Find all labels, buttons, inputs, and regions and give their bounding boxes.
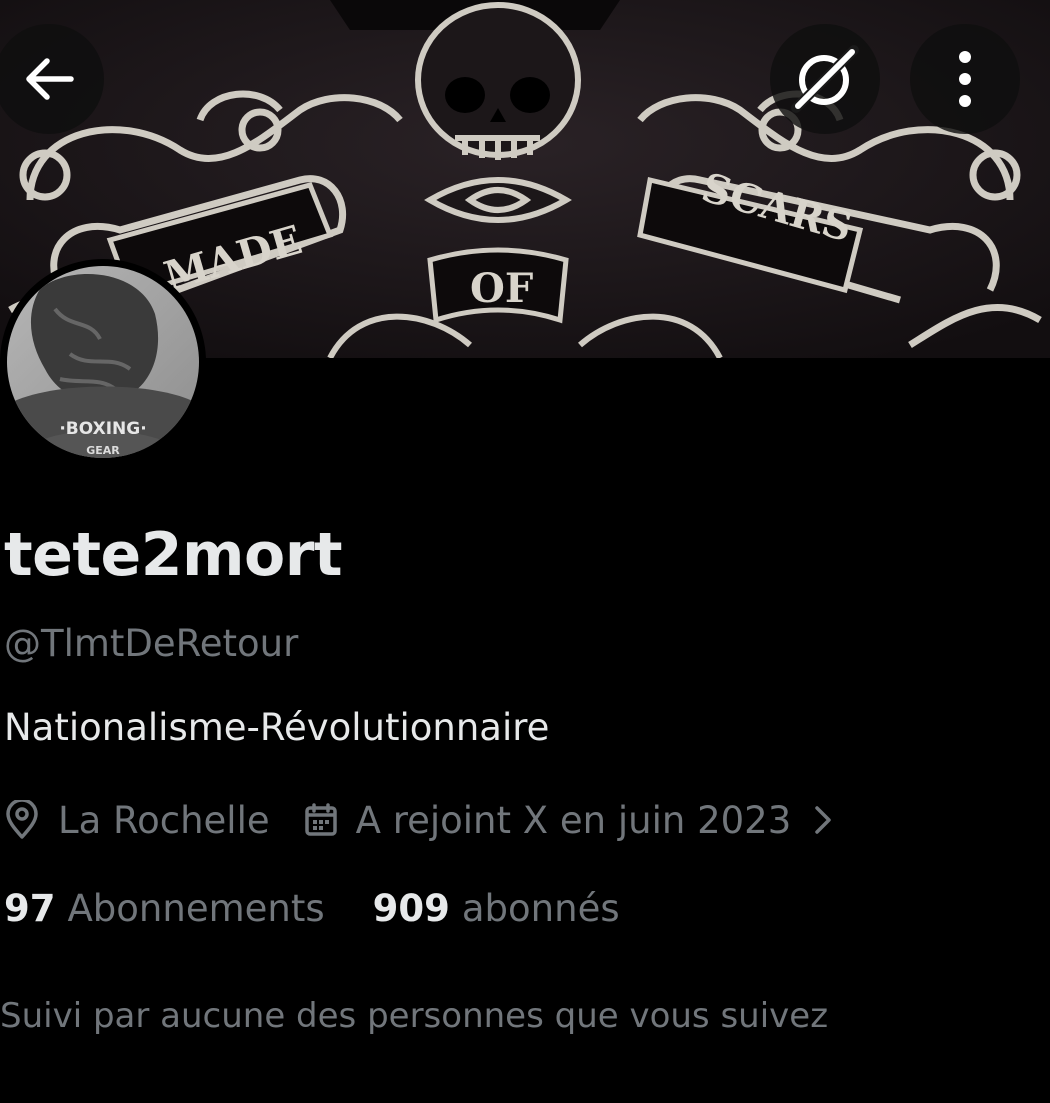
banner-word-of: OF (470, 265, 533, 312)
display-name: tete2mort (4, 520, 343, 590)
more-options-button[interactable] (910, 24, 1020, 134)
following-label: Abonnements (67, 886, 325, 930)
avatar-text-gear: GEAR (86, 444, 120, 457)
follow-stats: 97 Abonnements 909 abonnés (4, 880, 620, 936)
user-handle: @TlmtDeRetour (4, 622, 299, 665)
avatar-text-boxing: ·BOXING· (59, 419, 146, 439)
profile-meta-row: La Rochelle A rejoint X en juin 2023 (4, 792, 833, 848)
joined-date-text: A rejoint X en juin 2023 (355, 798, 792, 842)
following-link[interactable]: 97 Abonnements (4, 887, 325, 930)
location-text: La Rochelle (58, 798, 270, 842)
followers-count: 909 (372, 886, 450, 930)
grok-button[interactable] (770, 24, 880, 134)
chevron-right-icon (813, 804, 833, 836)
followers-label: abonnés (461, 886, 620, 930)
followers-link[interactable]: 909 abonnés (373, 887, 620, 930)
calendar-icon (304, 803, 338, 837)
joined-date-link[interactable]: A rejoint X en juin 2023 (304, 799, 834, 842)
avatar-image: ·BOXING· GEAR (7, 266, 199, 458)
followed-by-text: Suivi par aucune des personnes que vous … (0, 996, 829, 1036)
location-pin-icon (4, 800, 40, 840)
grok-icon (791, 45, 859, 113)
more-vertical-icon (959, 51, 971, 107)
profile-avatar[interactable]: ·BOXING· GEAR (0, 259, 206, 465)
following-count: 97 (4, 886, 56, 930)
bio-text: Nationalisme-Révolutionnaire (4, 706, 550, 749)
arrow-left-icon (26, 58, 74, 100)
